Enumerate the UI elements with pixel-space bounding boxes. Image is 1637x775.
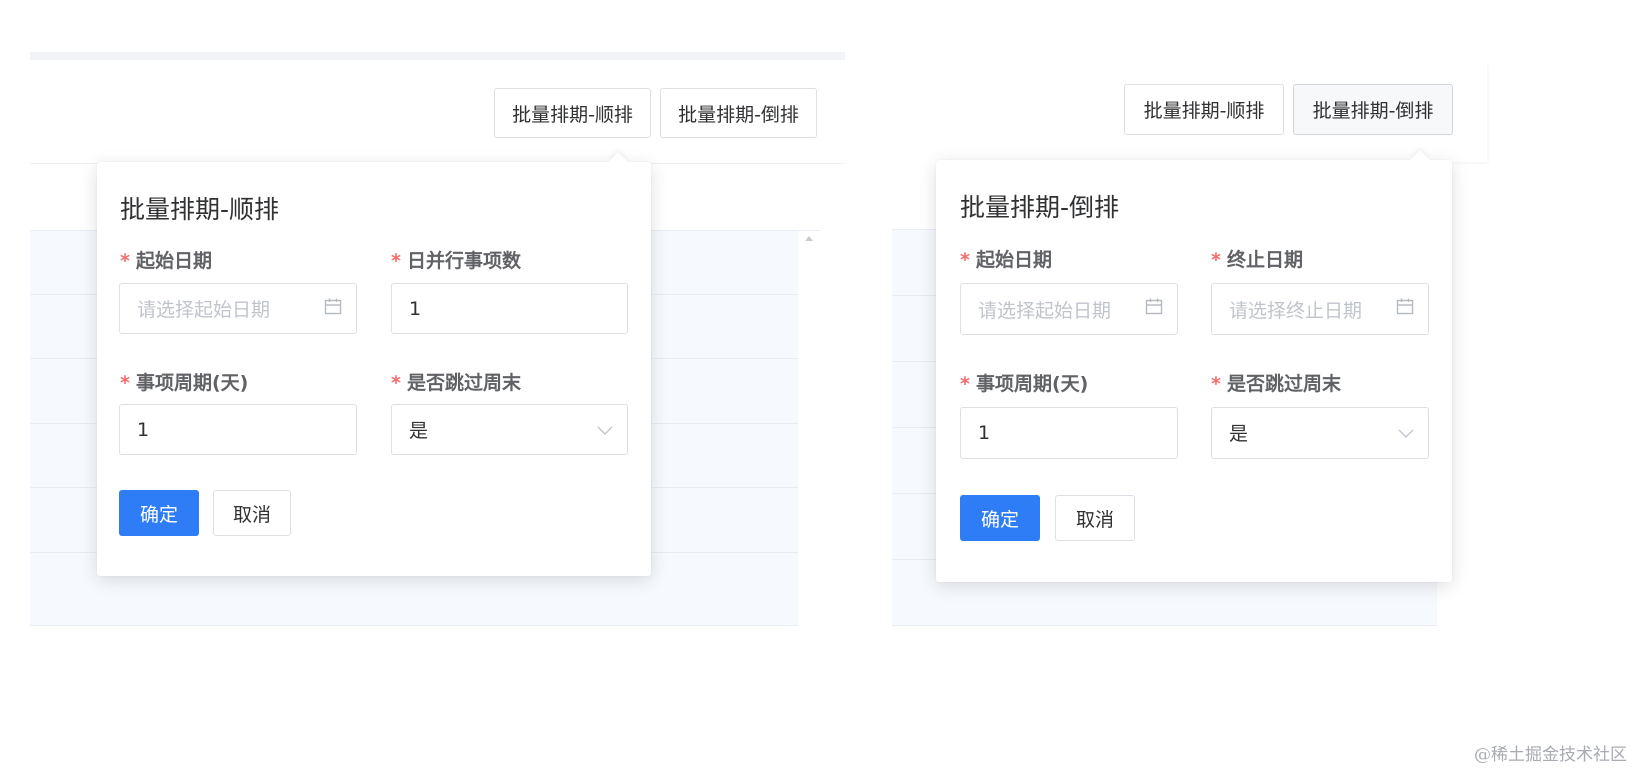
arrow-cover — [1407, 160, 1437, 168]
start-date-input[interactable]: 请选择起始日期 — [119, 283, 357, 334]
daily-items-input[interactable]: 1 — [391, 283, 628, 334]
skip-weekend-value: 是 — [1229, 423, 1249, 445]
required-mark: * — [960, 249, 970, 271]
required-mark: * — [960, 373, 970, 395]
confirm-button[interactable]: 确定 — [960, 495, 1040, 541]
cycle-value: 1 — [978, 422, 991, 444]
chevron-down-icon[interactable] — [1398, 422, 1414, 444]
calendar-icon[interactable] — [1145, 298, 1163, 321]
skip-weekend-value: 是 — [409, 420, 429, 442]
label-text: 终止日期 — [1226, 249, 1303, 271]
skip-weekend-label: * 是否跳过周末 — [1211, 369, 1341, 396]
batch-reverse-button[interactable]: 批量排期-倒排 — [1293, 84, 1453, 135]
left-top-strip — [30, 52, 845, 60]
daily-items-label: * 日并行事项数 — [391, 246, 521, 273]
required-mark: * — [120, 250, 130, 272]
skip-weekend-select[interactable]: 是 — [391, 404, 628, 455]
cycle-input[interactable]: 1 — [119, 404, 357, 455]
required-mark: * — [391, 250, 401, 272]
cancel-button[interactable]: 取消 — [1055, 495, 1135, 541]
start-date-label: * 起始日期 — [960, 245, 1052, 272]
confirm-button[interactable]: 确定 — [119, 490, 199, 536]
scroll-up-icon[interactable] — [805, 236, 813, 241]
batch-forward-button[interactable]: 批量排期-顺排 — [1124, 84, 1284, 135]
watermark: @稀土掘金技术社区 — [1474, 745, 1627, 765]
label-text: 日并行事项数 — [406, 250, 521, 272]
end-date-label: * 终止日期 — [1211, 245, 1303, 272]
end-date-input[interactable]: 请选择终止日期 — [1211, 283, 1429, 335]
required-mark: * — [1211, 249, 1221, 271]
required-mark: * — [1211, 373, 1221, 395]
start-date-placeholder: 请选择起始日期 — [978, 299, 1112, 322]
cycle-value: 1 — [137, 418, 150, 441]
cycle-label: * 事项周期(天) — [120, 368, 248, 395]
start-date-input[interactable]: 请选择起始日期 — [960, 283, 1178, 335]
label-text: 起始日期 — [135, 250, 212, 272]
popover-title: 批量排期-倒排 — [960, 193, 1120, 222]
scrollbar-track[interactable] — [798, 231, 820, 626]
daily-items-value: 1 — [409, 297, 422, 320]
cancel-button[interactable]: 取消 — [213, 490, 291, 536]
start-date-label: * 起始日期 — [120, 246, 212, 273]
skip-weekend-select[interactable]: 是 — [1211, 407, 1429, 459]
required-mark: * — [120, 372, 130, 394]
label-text: 事项周期(天) — [975, 373, 1089, 395]
calendar-icon[interactable] — [324, 297, 342, 320]
label-text: 起始日期 — [975, 249, 1052, 271]
cycle-label: * 事项周期(天) — [960, 369, 1088, 396]
popover-title: 批量排期-顺排 — [120, 195, 280, 224]
end-date-placeholder: 请选择终止日期 — [1229, 299, 1363, 322]
chevron-down-icon[interactable] — [597, 419, 613, 441]
start-date-placeholder: 请选择起始日期 — [137, 299, 271, 321]
label-text: 是否跳过周末 — [406, 372, 521, 394]
cycle-input[interactable]: 1 — [960, 407, 1178, 459]
label-text: 是否跳过周末 — [1226, 373, 1341, 395]
batch-reverse-button[interactable]: 批量排期-倒排 — [660, 88, 817, 138]
calendar-icon[interactable] — [1396, 298, 1414, 321]
batch-forward-button[interactable]: 批量排期-顺排 — [494, 88, 651, 138]
skip-weekend-label: * 是否跳过周末 — [391, 368, 521, 395]
label-text: 事项周期(天) — [135, 372, 249, 394]
required-mark: * — [391, 372, 401, 394]
arrow-cover — [605, 162, 635, 170]
